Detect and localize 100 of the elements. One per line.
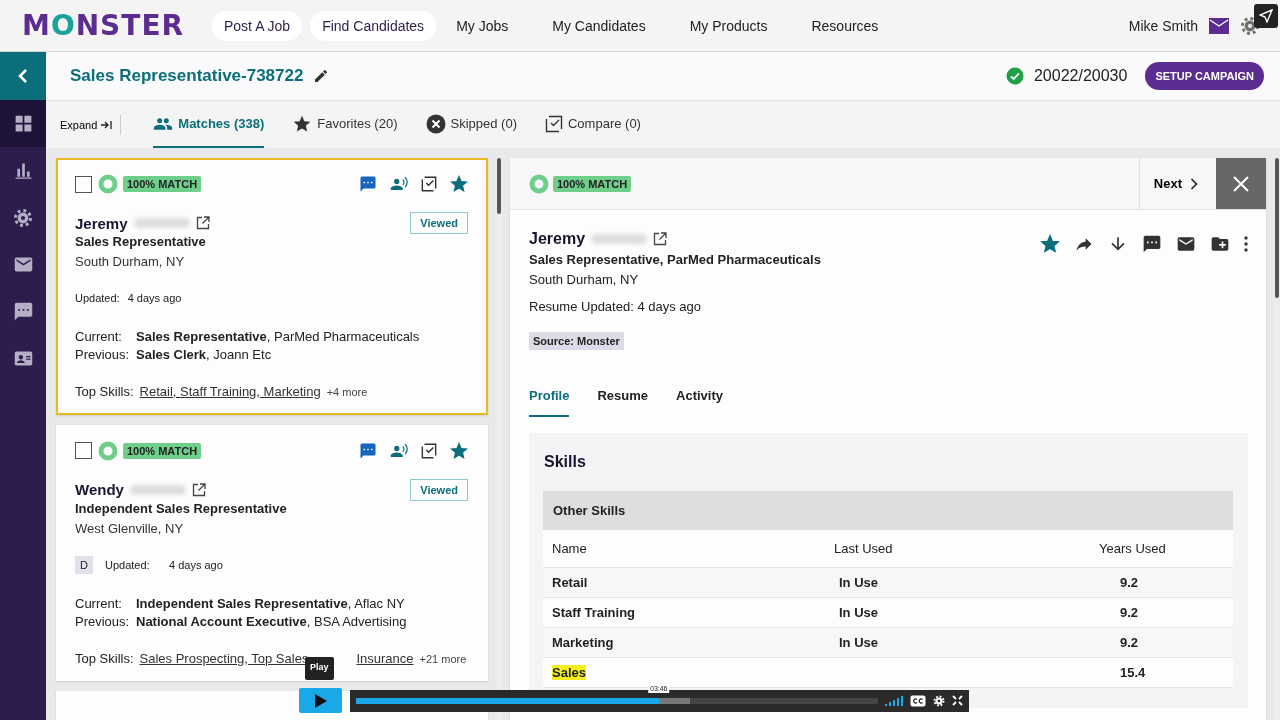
fullscreen-icon[interactable] [952,695,963,706]
external-link-icon[interactable] [653,232,668,246]
job-title: Sales Representative-738722 [70,66,304,86]
table-cell: Retail [552,575,588,590]
play-icon [313,692,328,709]
person-voice-icon [390,441,408,460]
top-skills-label: Top Skills: [75,384,134,399]
resume-updated: Resume Updated: 4 days ago [529,299,702,314]
filter-tab[interactable]: Favorites (20) [292,101,398,148]
candidate-location: South Durham, NY [75,254,186,269]
settings-icon [13,207,33,228]
more-skills-link[interactable]: +4 more [326,386,368,398]
message-icon [359,441,377,460]
match-badge: 100% MATCH [123,442,202,459]
setup-campaign-button[interactable]: SETUP CAMPAIGN [1145,62,1264,90]
nav-link[interactable]: Find Candidates [310,10,437,41]
select-checkbox[interactable] [75,175,92,193]
select-checkbox[interactable] [75,442,92,459]
nav-link[interactable]: My Products [677,10,780,41]
sidebar-item[interactable] [0,100,46,147]
user-name[interactable]: Mike Smith [1128,17,1198,34]
comment-icon [1142,234,1162,254]
updated-date: 4 days ago [169,558,223,571]
top-skills-label: Top Skills: [75,650,134,666]
external-link-icon[interactable] [191,482,206,497]
profile-tab[interactable]: Resume [597,388,649,417]
previous-position: National Account Executive, BSA Advertising [136,613,408,629]
table-cell: 15.4 [1120,665,1146,680]
source-tag: Source: Monster [529,332,624,350]
profile-tab[interactable]: Activity [676,388,723,417]
check-circle-icon [1005,67,1024,85]
captions-icon[interactable] [910,694,926,707]
match-badge: 100% MATCH [123,176,202,192]
nav-link[interactable]: My Candidates [540,10,658,41]
updated-date: 4 days ago [127,292,182,304]
group-header: Other Skills [543,491,1233,530]
nav-link[interactable]: My Jobs [444,10,521,41]
skills-link[interactable]: Retail, Staff Training, Marketing [139,384,321,399]
candidate-card[interactable] [56,158,488,415]
viewed-badge: Viewed [410,212,468,234]
nav-link[interactable]: Resources [799,10,891,41]
favorite-star-icon[interactable] [1040,234,1060,254]
more-skills-link[interactable]: +21 more [419,652,467,665]
volume-icon[interactable] [885,695,903,706]
expand-arrow-icon [100,119,113,130]
current-position: Independent Sales Representative, Aflac NY [136,595,406,611]
section-title: Skills [544,452,587,472]
table-cell: 9.2 [1120,575,1139,590]
column-header: Years Used [1099,541,1167,556]
table-cell: Staff Training [552,605,636,620]
favorite-star-icon[interactable] [450,441,468,460]
current-label: Current: [75,329,123,344]
filter-tab[interactable]: Compare (0) [545,101,641,148]
match-ring-icon [529,173,549,194]
edit-pencil-icon [313,68,330,84]
close-button[interactable] [1216,158,1266,209]
chat-icon [12,301,34,322]
external-link-icon[interactable] [195,216,210,230]
play-tooltip: Play [305,657,334,680]
mail-icon[interactable] [1208,16,1230,35]
filter-tab[interactable]: Skipped (0) [425,101,517,148]
play-button[interactable] [299,688,342,713]
nav-link[interactable]: Post A Job [212,10,303,41]
updated-label: Updated: [75,292,120,304]
updated-label: Updated: [105,558,151,571]
more-icon[interactable] [1244,236,1248,252]
expand-button[interactable]: Expand [60,118,113,131]
candidate-title: Sales Representative, ParMed Pharmaceuticals [529,252,822,267]
skills-link[interactable]: Insurance [356,650,414,666]
viewed-badge: Viewed [410,478,468,501]
candidate-title: Independent Sales Representative [75,500,288,516]
next-button[interactable]: Next [1138,158,1212,209]
current-label: Current: [75,595,123,611]
candidate-name[interactable]: Wendy [75,481,124,498]
previous-label: Previous: [75,347,131,362]
column-header: Last Used [834,541,894,556]
match-badge: 100% MATCH [553,175,632,192]
match-ring-icon [98,440,118,461]
profile-tab[interactable]: Profile [529,388,570,417]
previous-position: Sales Clerk, Joann Etc [136,347,273,362]
monster-logo[interactable]: MONSTER [22,9,212,42]
message-icon [359,175,377,193]
filter-tab[interactable]: Matches (338) [153,101,265,148]
table-cell: In Use [839,605,878,620]
match-ring-icon [98,174,118,194]
send-icon [1259,9,1273,23]
candidate-name[interactable]: Jeremy [75,214,128,232]
table-cell: Marketing [552,635,614,650]
checklist-icon [421,442,437,459]
checklist-icon [421,176,437,192]
checklist-icon [545,114,563,133]
candidate-name: Jeremy [529,230,586,248]
current-position: Sales Representative, ParMed Pharmaceuticals [136,329,421,344]
favorite-star-icon[interactable] [450,175,468,193]
table-cell: Sales [552,665,586,680]
table-cell: 9.2 [1120,605,1139,620]
send-button[interactable] [1254,4,1278,28]
person-voice-icon [390,175,408,193]
column-header: Name [552,541,588,556]
previous-label: Previous: [75,613,131,629]
